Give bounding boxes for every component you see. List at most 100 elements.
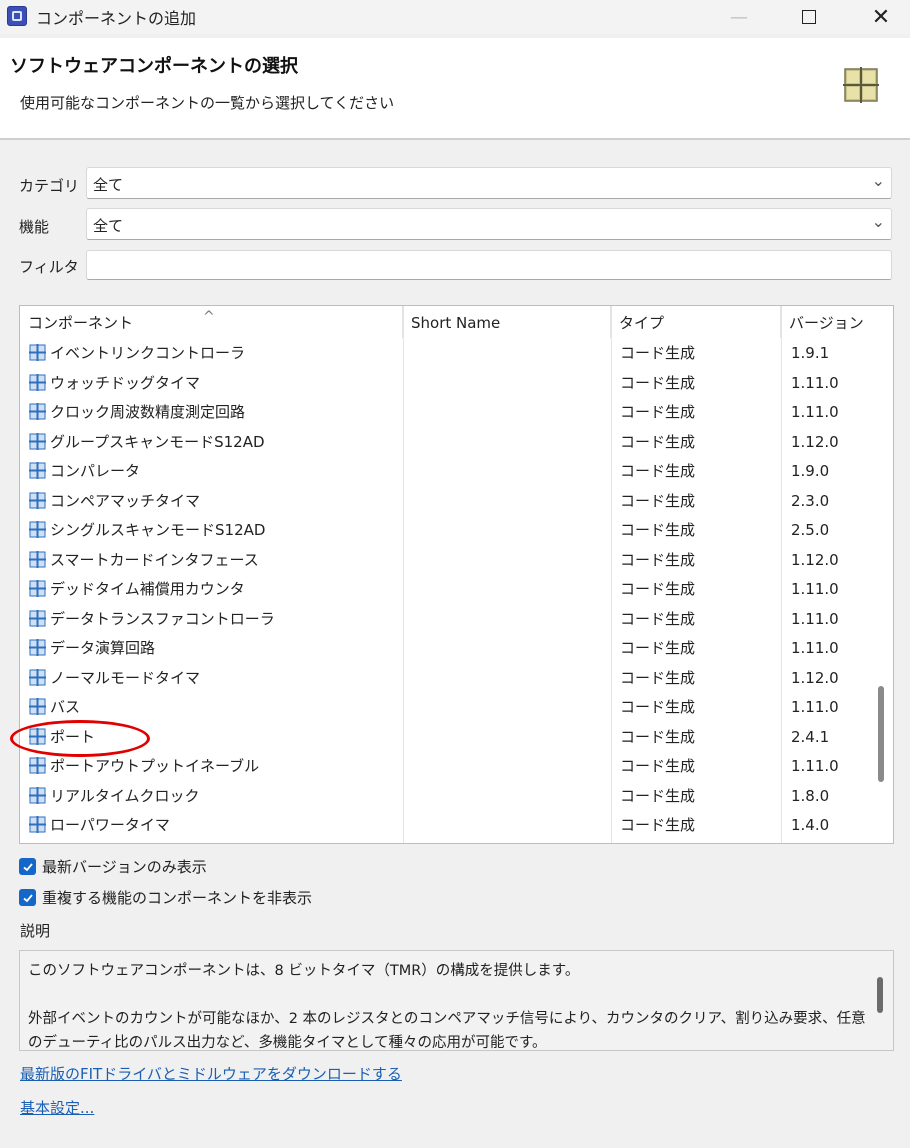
version-cell: 1.11.0 xyxy=(791,757,839,775)
category-select[interactable]: 全て ⌄ xyxy=(86,167,892,199)
component-name: データ演算回路 xyxy=(50,639,156,657)
type-cell: コード生成 xyxy=(620,491,696,510)
maximize-icon xyxy=(802,10,816,24)
component-grid-icon xyxy=(29,813,46,833)
column-label: コンポーネント xyxy=(28,314,134,332)
version-cell: 1.8.0 xyxy=(791,786,830,805)
function-select[interactable]: 全て ⌄ xyxy=(86,208,892,240)
version-cell: 1.11.0 xyxy=(791,373,839,392)
table-row[interactable]: グループスキャンモードS12AD コード生成 1.12.0 xyxy=(20,427,878,457)
wizard-header: ソフトウェアコンポーネントの選択 使用可能なコンポーネントの一覧から選択してくだ… xyxy=(0,38,910,140)
column-header-type[interactable]: タイプ xyxy=(611,306,781,338)
type-cell: コード生成 xyxy=(620,462,696,480)
page-subtitle: 使用可能なコンポーネントの一覧から選択してください xyxy=(20,94,395,112)
component-grid-icon xyxy=(29,607,46,627)
description-scrollbar-thumb[interactable] xyxy=(877,977,883,1013)
type-cell: コード生成 xyxy=(620,786,696,805)
table-row[interactable]: コンペアマッチタイマ コード生成 2.3.0 xyxy=(20,486,878,516)
chevron-down-icon: ⌄ xyxy=(871,171,885,190)
type-cell: コード生成 xyxy=(620,727,696,746)
component-name: ポートアウトプットイネーブル xyxy=(50,757,260,775)
filter-input[interactable] xyxy=(86,250,892,280)
component-name: クロック周波数精度測定回路 xyxy=(50,403,246,421)
component-name-cell: シングルスキャンモードS12AD xyxy=(29,515,265,545)
function-label: 機能 xyxy=(19,218,50,236)
latest-only-label: 最新バージョンのみ表示 xyxy=(42,858,207,876)
table-row[interactable]: ローパワータイマ コード生成 1.4.0 xyxy=(20,810,878,840)
table-header: コンポーネント ^ Short Name タイプ バージョン xyxy=(20,306,893,338)
table-row[interactable]: スマートカードインタフェース コード生成 1.12.0 xyxy=(20,545,878,575)
version-cell: 1.11.0 xyxy=(791,580,839,598)
table-row[interactable]: デッドタイム補償用カウンタ コード生成 1.11.0 xyxy=(20,574,878,604)
category-label: カテゴリ xyxy=(19,177,80,195)
type-cell: コード生成 xyxy=(620,757,696,775)
type-cell: コード生成 xyxy=(620,639,696,657)
component-name-cell: ウォッチドッグタイマ xyxy=(29,368,200,398)
component-name: コンペアマッチタイマ xyxy=(50,491,201,510)
component-name: グループスキャンモードS12AD xyxy=(50,432,265,451)
component-grid-icon xyxy=(29,784,46,804)
description-paragraph: このソフトウェアコンポーネントは、8 ビットタイマ（TMR）の構成を提供します。 xyxy=(28,963,580,979)
table-row[interactable]: クロック周波数精度測定回路 コード生成 1.11.0 xyxy=(20,397,878,427)
component-name-cell: デッドタイム補償用カウンタ xyxy=(29,574,245,604)
component-name: ウォッチドッグタイマ xyxy=(50,373,201,392)
component-name: イベントリンクコントローラ xyxy=(50,344,246,362)
chevron-down-icon: ⌄ xyxy=(871,212,885,231)
type-cell: コード生成 xyxy=(620,698,696,716)
component-grid-icon xyxy=(29,371,46,391)
component-name-cell: バス xyxy=(29,692,80,722)
scrollbar-thumb[interactable] xyxy=(878,686,884,782)
component-name-cell: データトランスファコントローラ xyxy=(29,604,275,634)
close-button[interactable]: ✕ xyxy=(858,0,904,34)
table-row[interactable]: データ演算回路 コード生成 1.11.0 xyxy=(20,633,878,663)
version-cell: 1.11.0 xyxy=(791,609,839,628)
window-title: コンポーネントの追加 xyxy=(36,9,197,28)
minimize-button[interactable]: — xyxy=(716,0,762,34)
version-cell: 1.9.1 xyxy=(791,344,830,362)
component-name: リアルタイムクロック xyxy=(50,786,200,805)
component-grid-icon xyxy=(843,67,879,103)
maximize-button[interactable] xyxy=(786,0,832,34)
latest-only-checkbox[interactable]: 最新バージョンのみ表示 xyxy=(19,856,207,877)
component-name: データトランスファコントローラ xyxy=(50,609,275,628)
basic-settings-link[interactable]: 基本設定... xyxy=(20,1097,94,1118)
version-cell: 2.3.0 xyxy=(791,491,830,510)
component-grid-icon xyxy=(29,341,46,361)
column-header-component[interactable]: コンポーネント ^ xyxy=(20,306,403,338)
component-name-cell: コンパレータ xyxy=(29,456,140,486)
component-name-cell: スマートカードインタフェース xyxy=(29,545,259,575)
table-row[interactable]: コンパレータ コード生成 1.9.0 xyxy=(20,456,878,486)
type-cell: コード生成 xyxy=(620,550,696,569)
type-cell: コード生成 xyxy=(620,816,696,834)
component-grid-icon xyxy=(29,548,46,568)
component-name: バス xyxy=(50,698,81,716)
sort-ascending-icon: ^ xyxy=(203,309,215,325)
component-grid-icon xyxy=(29,754,46,774)
component-grid-icon xyxy=(29,636,46,656)
version-cell: 1.11.0 xyxy=(791,639,839,657)
component-name-cell: ローパワータイマ xyxy=(29,810,170,840)
table-row[interactable]: イベントリンクコントローラ コード生成 1.9.1 xyxy=(20,338,878,368)
hide-duplicates-checkbox[interactable]: 重複する機能のコンポーネントを非表示 xyxy=(19,887,312,908)
table-row[interactable]: リアルタイムクロック コード生成 1.8.0 xyxy=(20,781,878,811)
type-cell: コード生成 xyxy=(620,609,696,628)
version-cell: 1.12.0 xyxy=(791,432,839,451)
component-table: コンポーネント ^ Short Name タイプ バージョン イベントリンクコン… xyxy=(19,305,894,844)
column-header-short-name[interactable]: Short Name xyxy=(403,306,611,338)
table-row[interactable]: データトランスファコントローラ コード生成 1.11.0 xyxy=(20,604,878,634)
table-row[interactable]: ウォッチドッグタイマ コード生成 1.11.0 xyxy=(20,368,878,398)
type-cell: コード生成 xyxy=(620,580,696,598)
component-name: ローパワータイマ xyxy=(50,816,170,834)
component-name: コンパレータ xyxy=(50,462,141,480)
description-label: 説明 xyxy=(20,922,51,940)
type-cell: コード生成 xyxy=(620,521,696,539)
table-row[interactable]: ノーマルモードタイマ コード生成 1.12.0 xyxy=(20,663,878,693)
column-header-version[interactable]: バージョン xyxy=(781,306,893,338)
download-fit-link[interactable]: 最新版のFITドライバとミドルウェアをダウンロードする xyxy=(20,1063,402,1084)
component-grid-icon xyxy=(29,489,46,509)
description-text: このソフトウェアコンポーネントは、8 ビットタイマ（TMR）の構成を提供します。… xyxy=(28,959,873,1050)
table-row[interactable]: ポートアウトプットイネーブル コード生成 1.11.0 xyxy=(20,751,878,781)
table-row[interactable]: シングルスキャンモードS12AD コード生成 2.5.0 xyxy=(20,515,878,545)
table-row[interactable]: バス コード生成 1.11.0 xyxy=(20,692,878,722)
app-icon xyxy=(7,6,27,26)
